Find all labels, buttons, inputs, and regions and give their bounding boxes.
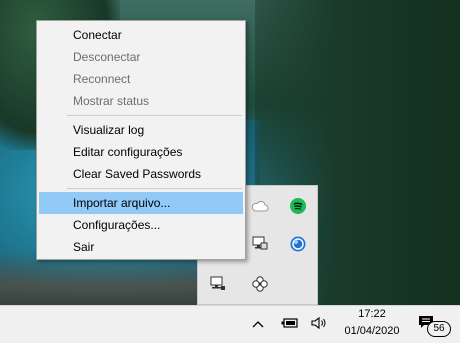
context-menu: Conectar Desconectar Reconnect Mostrar s… bbox=[36, 20, 246, 260]
menu-item-reconnect: Reconnect bbox=[73, 72, 131, 86]
notification-count-badge: 56 bbox=[427, 321, 451, 337]
blue-globe-icon[interactable] bbox=[288, 234, 308, 254]
menu-item-configuracoes[interactable]: Configurações... bbox=[39, 214, 243, 236]
cloud-icon[interactable] bbox=[250, 196, 270, 216]
network-computer-icon[interactable] bbox=[250, 234, 270, 254]
menu-separator bbox=[67, 188, 242, 189]
chevron-up-icon[interactable] bbox=[250, 316, 266, 332]
menu-separator bbox=[67, 115, 242, 116]
clock-time: 17:22 bbox=[358, 308, 386, 320]
spotify-icon[interactable] bbox=[288, 196, 308, 216]
clock-date: 01/04/2020 bbox=[344, 325, 400, 337]
menu-item-mostrar-status: Mostrar status bbox=[73, 94, 150, 108]
menu-item-desconectar: Desconectar bbox=[73, 50, 141, 64]
settings-flower-icon[interactable] bbox=[250, 274, 270, 294]
taskbar-clock[interactable]: 17:22 01/04/2020 bbox=[336, 306, 408, 342]
menu-item-importar-arquivo[interactable]: Importar arquivo... bbox=[39, 192, 243, 214]
notification-center-button[interactable]: 56 bbox=[416, 313, 456, 339]
menu-item-clear-saved-passwords[interactable]: Clear Saved Passwords bbox=[39, 163, 243, 185]
volume-icon[interactable] bbox=[310, 315, 330, 331]
openvpn-monitor-icon[interactable] bbox=[208, 274, 228, 294]
menu-item-editar-configuracoes[interactable]: Editar configurações bbox=[39, 141, 243, 163]
menu-item-visualizar-log[interactable]: Visualizar log bbox=[39, 119, 243, 141]
menu-item-conectar[interactable]: Conectar bbox=[39, 24, 243, 46]
battery-icon[interactable] bbox=[280, 315, 300, 331]
menu-item-sair[interactable]: Sair bbox=[39, 236, 243, 258]
